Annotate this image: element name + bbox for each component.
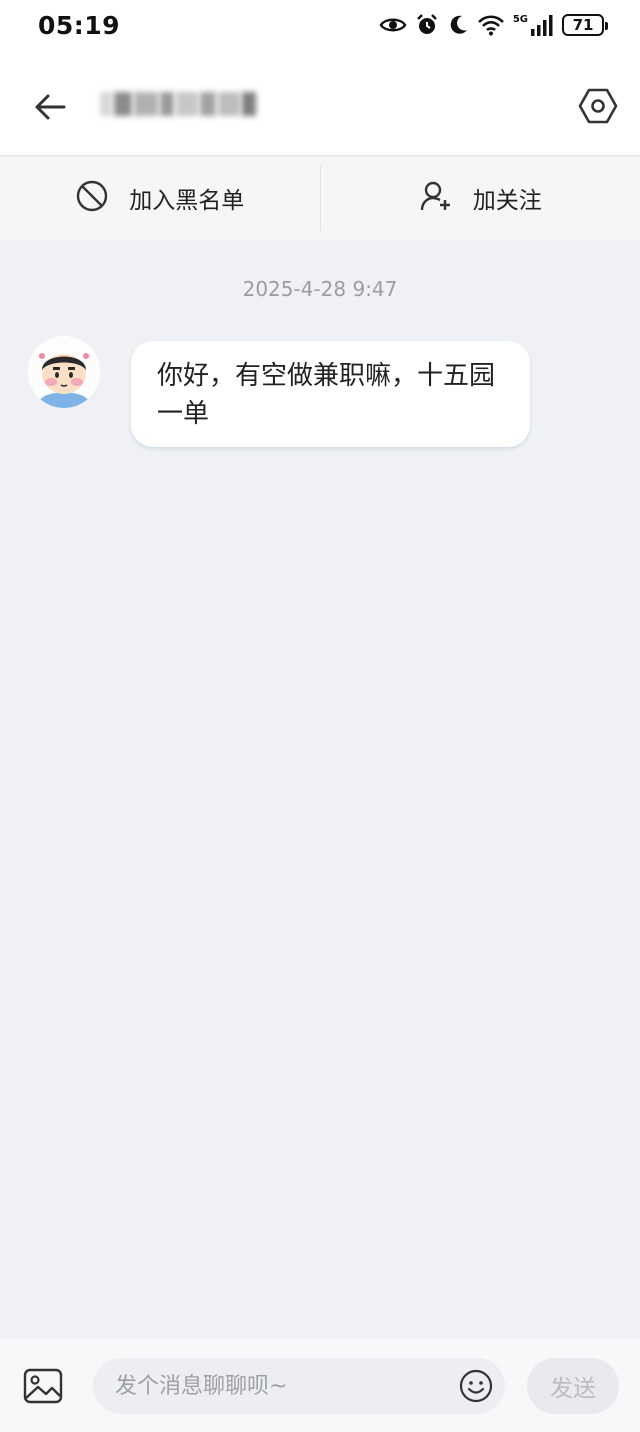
chat-area[interactable]: 2025-4-28 9:47 你好，有空做兼职嘛，十五园一单	[0, 239, 640, 1339]
message-timestamp: 2025-4-28 9:47	[242, 277, 398, 301]
message-bubble[interactable]: 你好，有空做兼职嘛，十五园一单	[131, 341, 530, 447]
emoji-icon	[458, 1369, 494, 1408]
avatar[interactable]	[28, 336, 100, 408]
eye-icon	[379, 15, 407, 35]
status-bar: 05:19 5G 71	[0, 0, 640, 50]
user-plus-icon	[419, 179, 453, 217]
message-input[interactable]	[93, 1358, 505, 1414]
action-bar: 加入黑名单 加关注	[0, 157, 640, 239]
settings-button[interactable]	[578, 86, 618, 126]
image-button[interactable]	[22, 1366, 64, 1406]
block-icon	[75, 179, 109, 217]
alarm-icon	[415, 13, 439, 37]
image-icon	[22, 1368, 64, 1410]
arrow-left-icon	[30, 94, 70, 131]
status-icons: 5G 71	[379, 13, 608, 37]
chat-header	[0, 50, 640, 156]
composer-bar: 发送	[0, 1339, 640, 1432]
signal-icon	[530, 14, 554, 36]
send-button[interactable]: 发送	[527, 1358, 619, 1414]
back-button[interactable]	[30, 87, 70, 127]
wifi-icon	[477, 14, 505, 36]
hexagon-settings-icon	[578, 88, 618, 130]
status-time: 05:19	[38, 10, 121, 40]
blacklist-label: 加入黑名单	[129, 188, 245, 214]
battery-level: 71	[572, 16, 594, 34]
moon-icon	[447, 14, 469, 36]
battery-icon: 71	[562, 14, 608, 36]
contact-name-redacted	[100, 84, 260, 124]
emoji-button[interactable]	[458, 1368, 494, 1404]
follow-button[interactable]: 加关注	[321, 157, 640, 239]
add-to-blacklist-button[interactable]: 加入黑名单	[0, 157, 320, 239]
network-type: 5G	[512, 13, 528, 25]
follow-label: 加关注	[472, 188, 542, 214]
